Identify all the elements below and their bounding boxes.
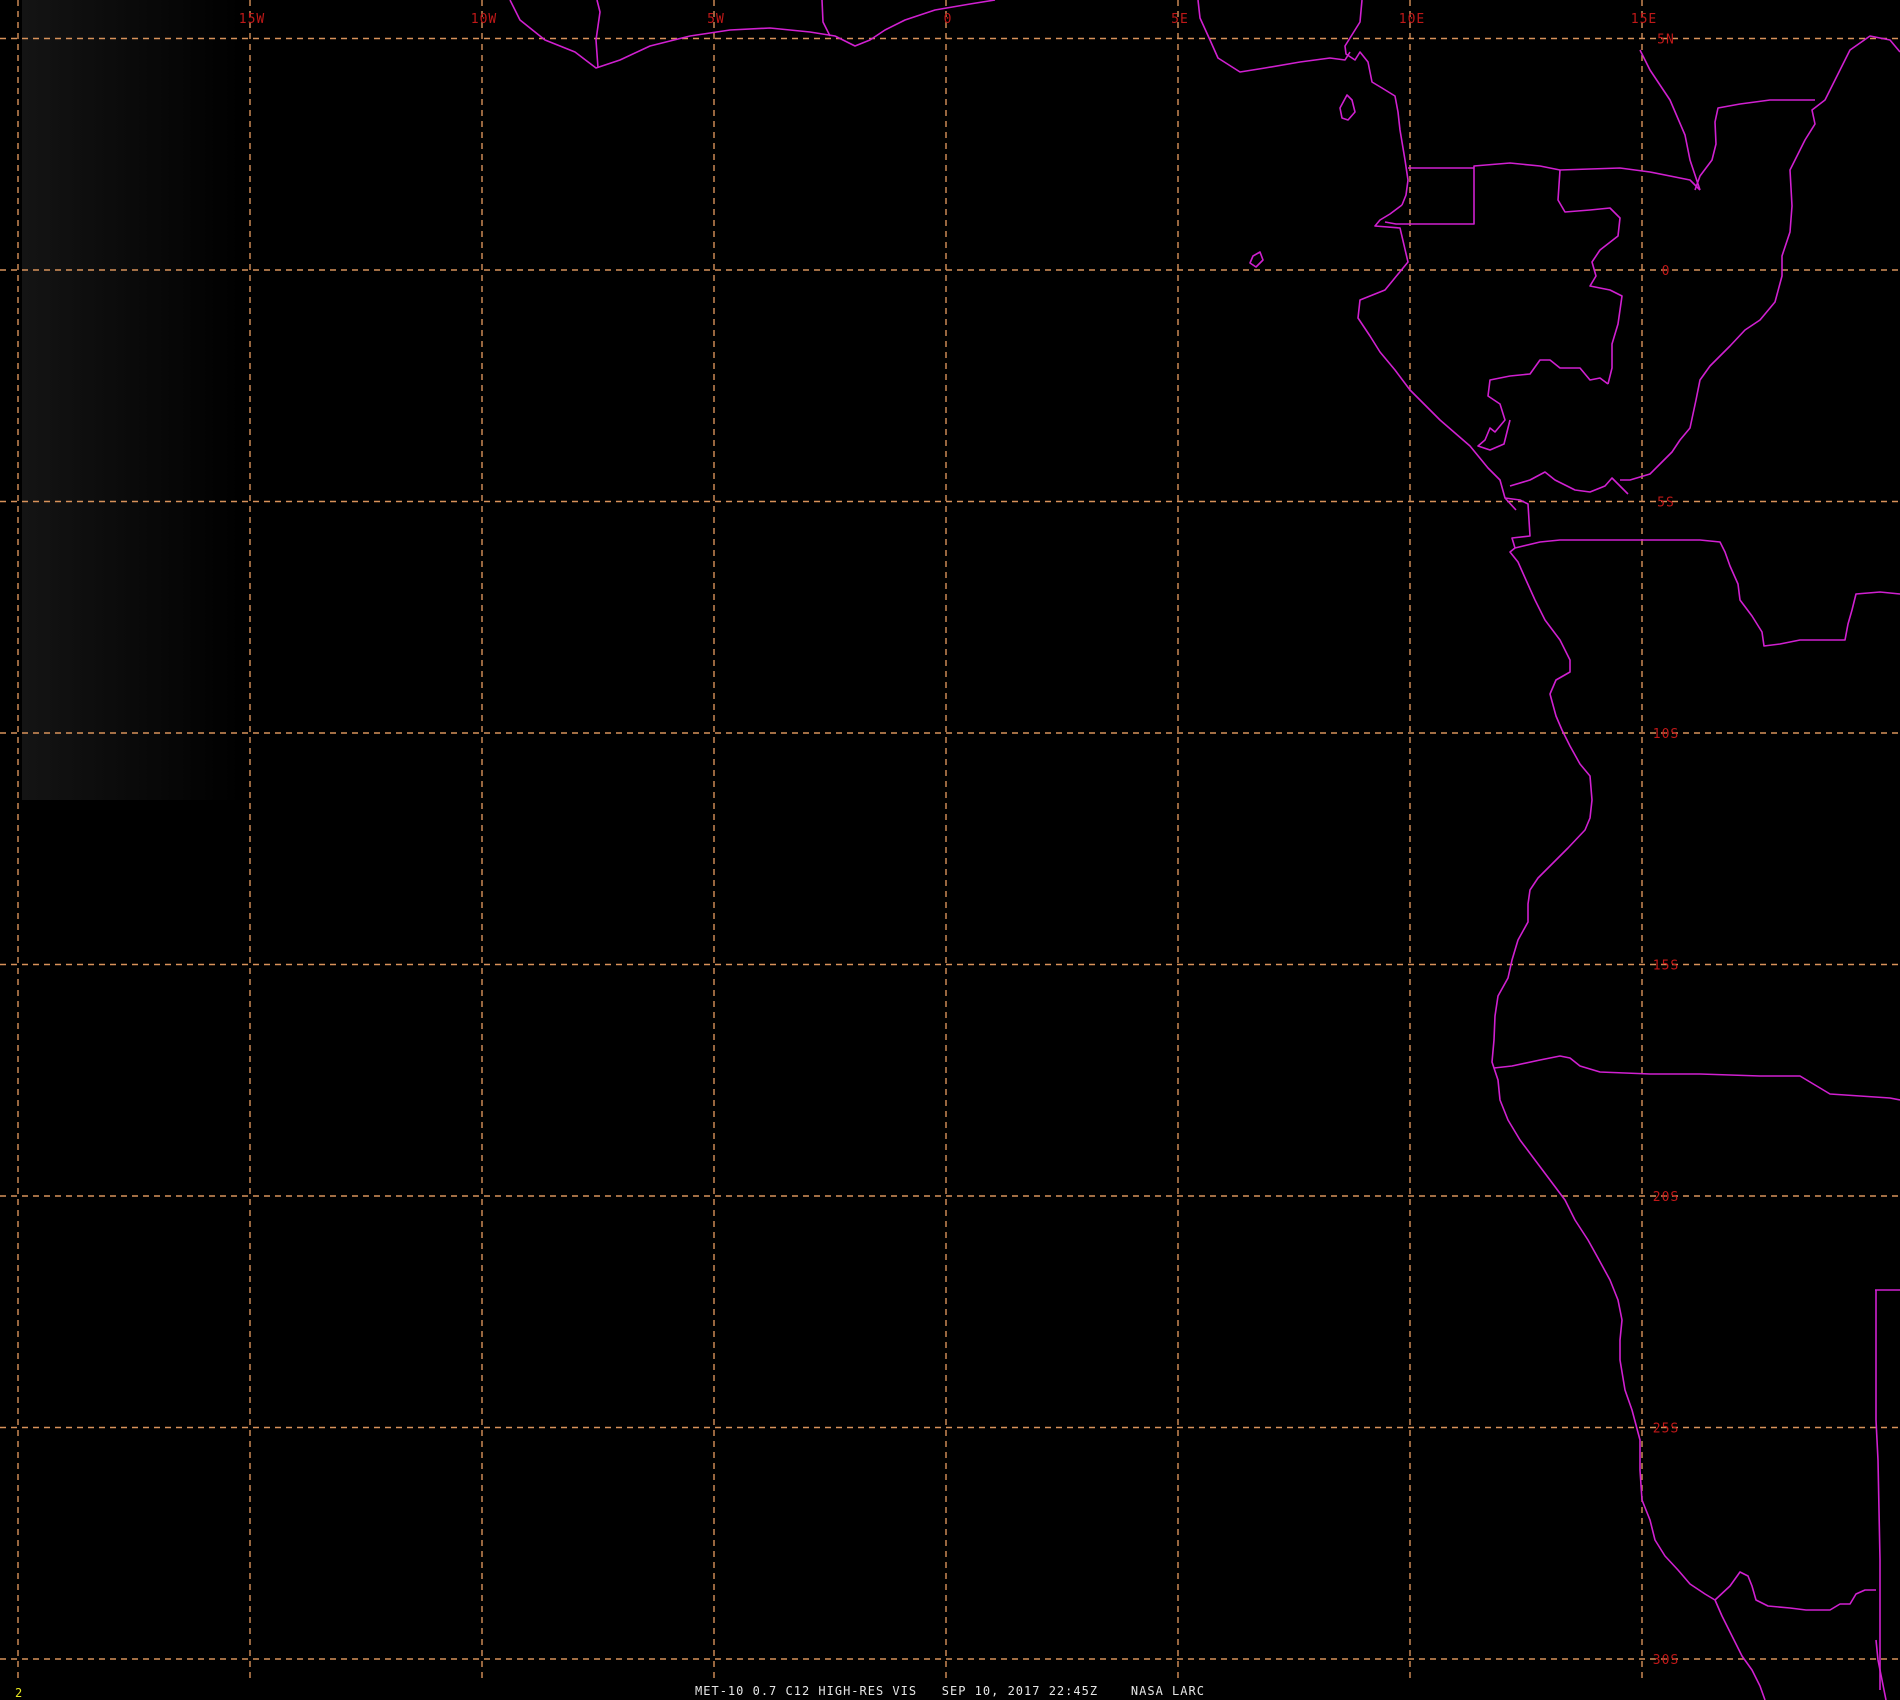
longitude-label: 5E bbox=[1171, 12, 1189, 27]
border-congo-drc bbox=[1620, 35, 1900, 481]
coastline-gabon-congo bbox=[1357, 204, 1517, 511]
coastline-cameroon bbox=[1344, 0, 1409, 206]
border-angola-namibia bbox=[1493, 1055, 1900, 1101]
graticule bbox=[0, 0, 1900, 1680]
longitude-label: 15W bbox=[239, 12, 265, 27]
latitude-label: 5S bbox=[1657, 496, 1675, 511]
latitude-label: 15S bbox=[1653, 959, 1679, 974]
image-caption: MET-10 0.7 C12 HIGH-RES VIS SEP 10, 2017… bbox=[695, 1684, 1205, 1698]
border-west-africa-1 bbox=[595, 0, 601, 69]
border-west-africa-2 bbox=[821, 0, 831, 37]
island-sao-tome bbox=[1249, 251, 1264, 268]
coastline-nigeria-cameroon bbox=[1197, 0, 1351, 73]
border-gabon-south bbox=[1477, 359, 1609, 451]
coastlines-and-borders bbox=[509, 0, 1900, 1700]
border-gabon-north bbox=[1473, 162, 1701, 191]
border-gabon-east bbox=[1557, 169, 1623, 385]
longitude-label: 0 bbox=[944, 12, 953, 27]
border-namibia-south-africa bbox=[1714, 1571, 1876, 1611]
earth-limb-shading bbox=[22, 0, 242, 800]
graticule-labels: 15W 10W 5W 0 5E 10E 15E5N 0 5S 10S 15S 20S 25S 30S bbox=[239, 12, 1679, 1668]
coastline-west-africa bbox=[509, 0, 996, 69]
border-cabinda bbox=[1504, 497, 1531, 549]
map-svg: 15W 10W 5W 0 5E 10E 15E5N 0 5S 10S 15S 20S 25S 30S bbox=[0, 0, 1900, 1700]
latitude-label: 0 bbox=[1662, 264, 1671, 279]
island-bioko bbox=[1339, 94, 1356, 121]
border-drc-angola bbox=[1514, 539, 1900, 647]
latitude-label: 10S bbox=[1653, 727, 1679, 742]
border-car-congo bbox=[1694, 99, 1815, 191]
latitude-label: 30S bbox=[1653, 1653, 1679, 1668]
border-cameroon-east bbox=[1639, 49, 1701, 191]
satellite-map: 15W 10W 5W 0 5E 10E 15E 5N 0 5S 10S 15S 20S 25S 30S 2 … bbox=[0, 0, 1900, 1700]
latitude-label: 20S bbox=[1653, 1190, 1679, 1205]
border-equatorial-guinea bbox=[1384, 167, 1475, 225]
longitude-label: 10E bbox=[1399, 12, 1425, 27]
border-congo-republic bbox=[1509, 471, 1629, 495]
longitude-label: 10W bbox=[471, 12, 497, 27]
latitude-label: 25S bbox=[1653, 1422, 1679, 1437]
longitude-label: 5W bbox=[707, 12, 725, 27]
latitude-label: 5N bbox=[1657, 33, 1675, 48]
longitude-label: 15E bbox=[1631, 12, 1657, 27]
border-namibia-east bbox=[1875, 1290, 1881, 1690]
